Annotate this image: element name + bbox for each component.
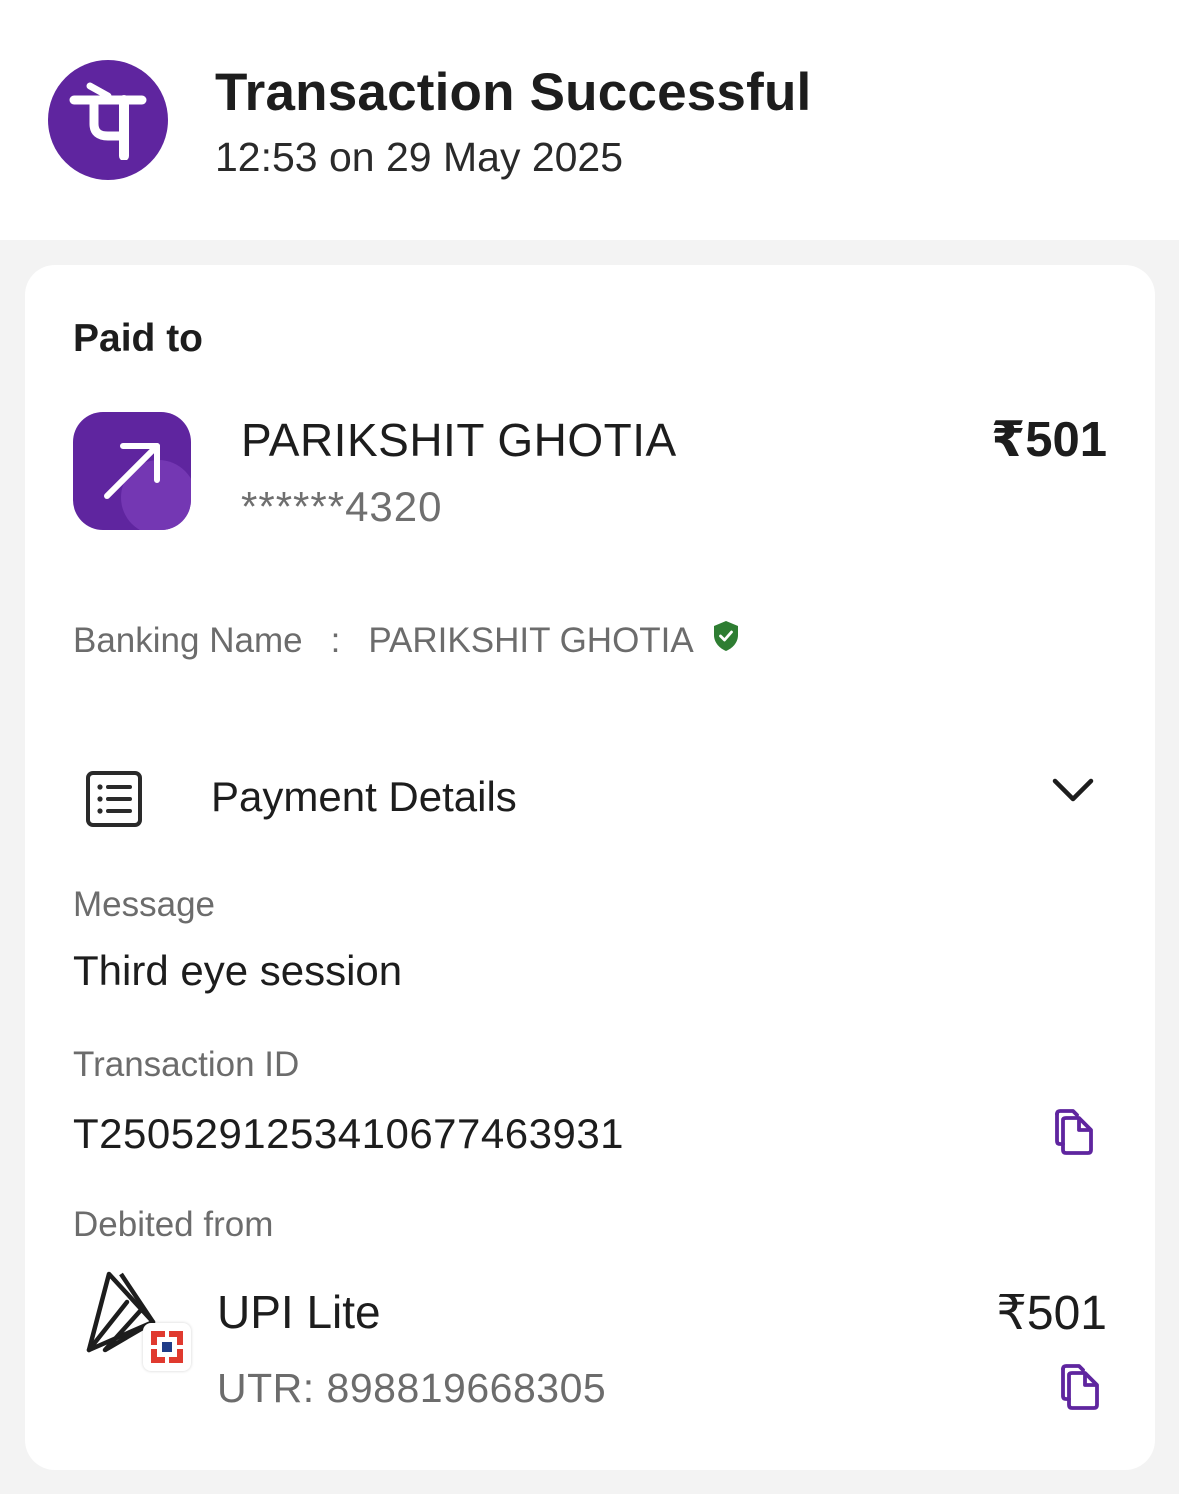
transaction-card: Paid to PARIKSHIT GHOTIA ******4320 ₹501… <box>25 265 1155 1470</box>
bank-badge-icon <box>143 1323 191 1371</box>
copy-transaction-id-icon[interactable] <box>1051 1108 1095 1161</box>
payee-name: PARIKSHIT GHOTIA <box>241 414 677 466</box>
utr-number: UTR: 898819668305 <box>217 1365 607 1411</box>
banking-name-value: PARIKSHIT GHOTIA <box>368 620 694 660</box>
paid-amount: ₹501 <box>991 413 1107 467</box>
message-label: Message <box>73 885 216 924</box>
message-value: Third eye session <box>73 947 403 994</box>
header: Transaction Successful 12:53 on 29 May 2… <box>0 0 1179 240</box>
debit-amount: ₹501 <box>996 1287 1107 1340</box>
banking-name-separator: : <box>330 620 341 660</box>
phonepe-logo-icon <box>48 60 168 180</box>
transaction-id-value: T2505291253410677463931 <box>73 1110 625 1157</box>
verified-shield-icon <box>712 620 740 661</box>
transaction-timestamp: 12:53 on 29 May 2025 <box>215 134 624 180</box>
copy-utr-icon[interactable] <box>1057 1363 1101 1416</box>
banking-name-label: Banking Name <box>73 620 303 660</box>
payment-details-toggle[interactable]: Payment Details <box>25 755 1155 845</box>
page-title: Transaction Successful <box>215 63 812 122</box>
paid-to-label: Paid to <box>73 317 204 360</box>
arrow-up-right-icon <box>73 412 191 530</box>
banking-name-row: Banking Name : PARIKSHIT GHOTIA <box>73 620 740 661</box>
chevron-down-icon[interactable] <box>1051 775 1095 810</box>
payee-account-number: ******4320 <box>241 483 443 530</box>
debit-method-name: UPI Lite <box>217 1286 381 1338</box>
debited-from-label: Debited from <box>73 1205 274 1244</box>
payment-details-label: Payment Details <box>211 773 517 820</box>
transaction-id-label: Transaction ID <box>73 1045 300 1084</box>
receipt-list-icon <box>85 770 143 833</box>
